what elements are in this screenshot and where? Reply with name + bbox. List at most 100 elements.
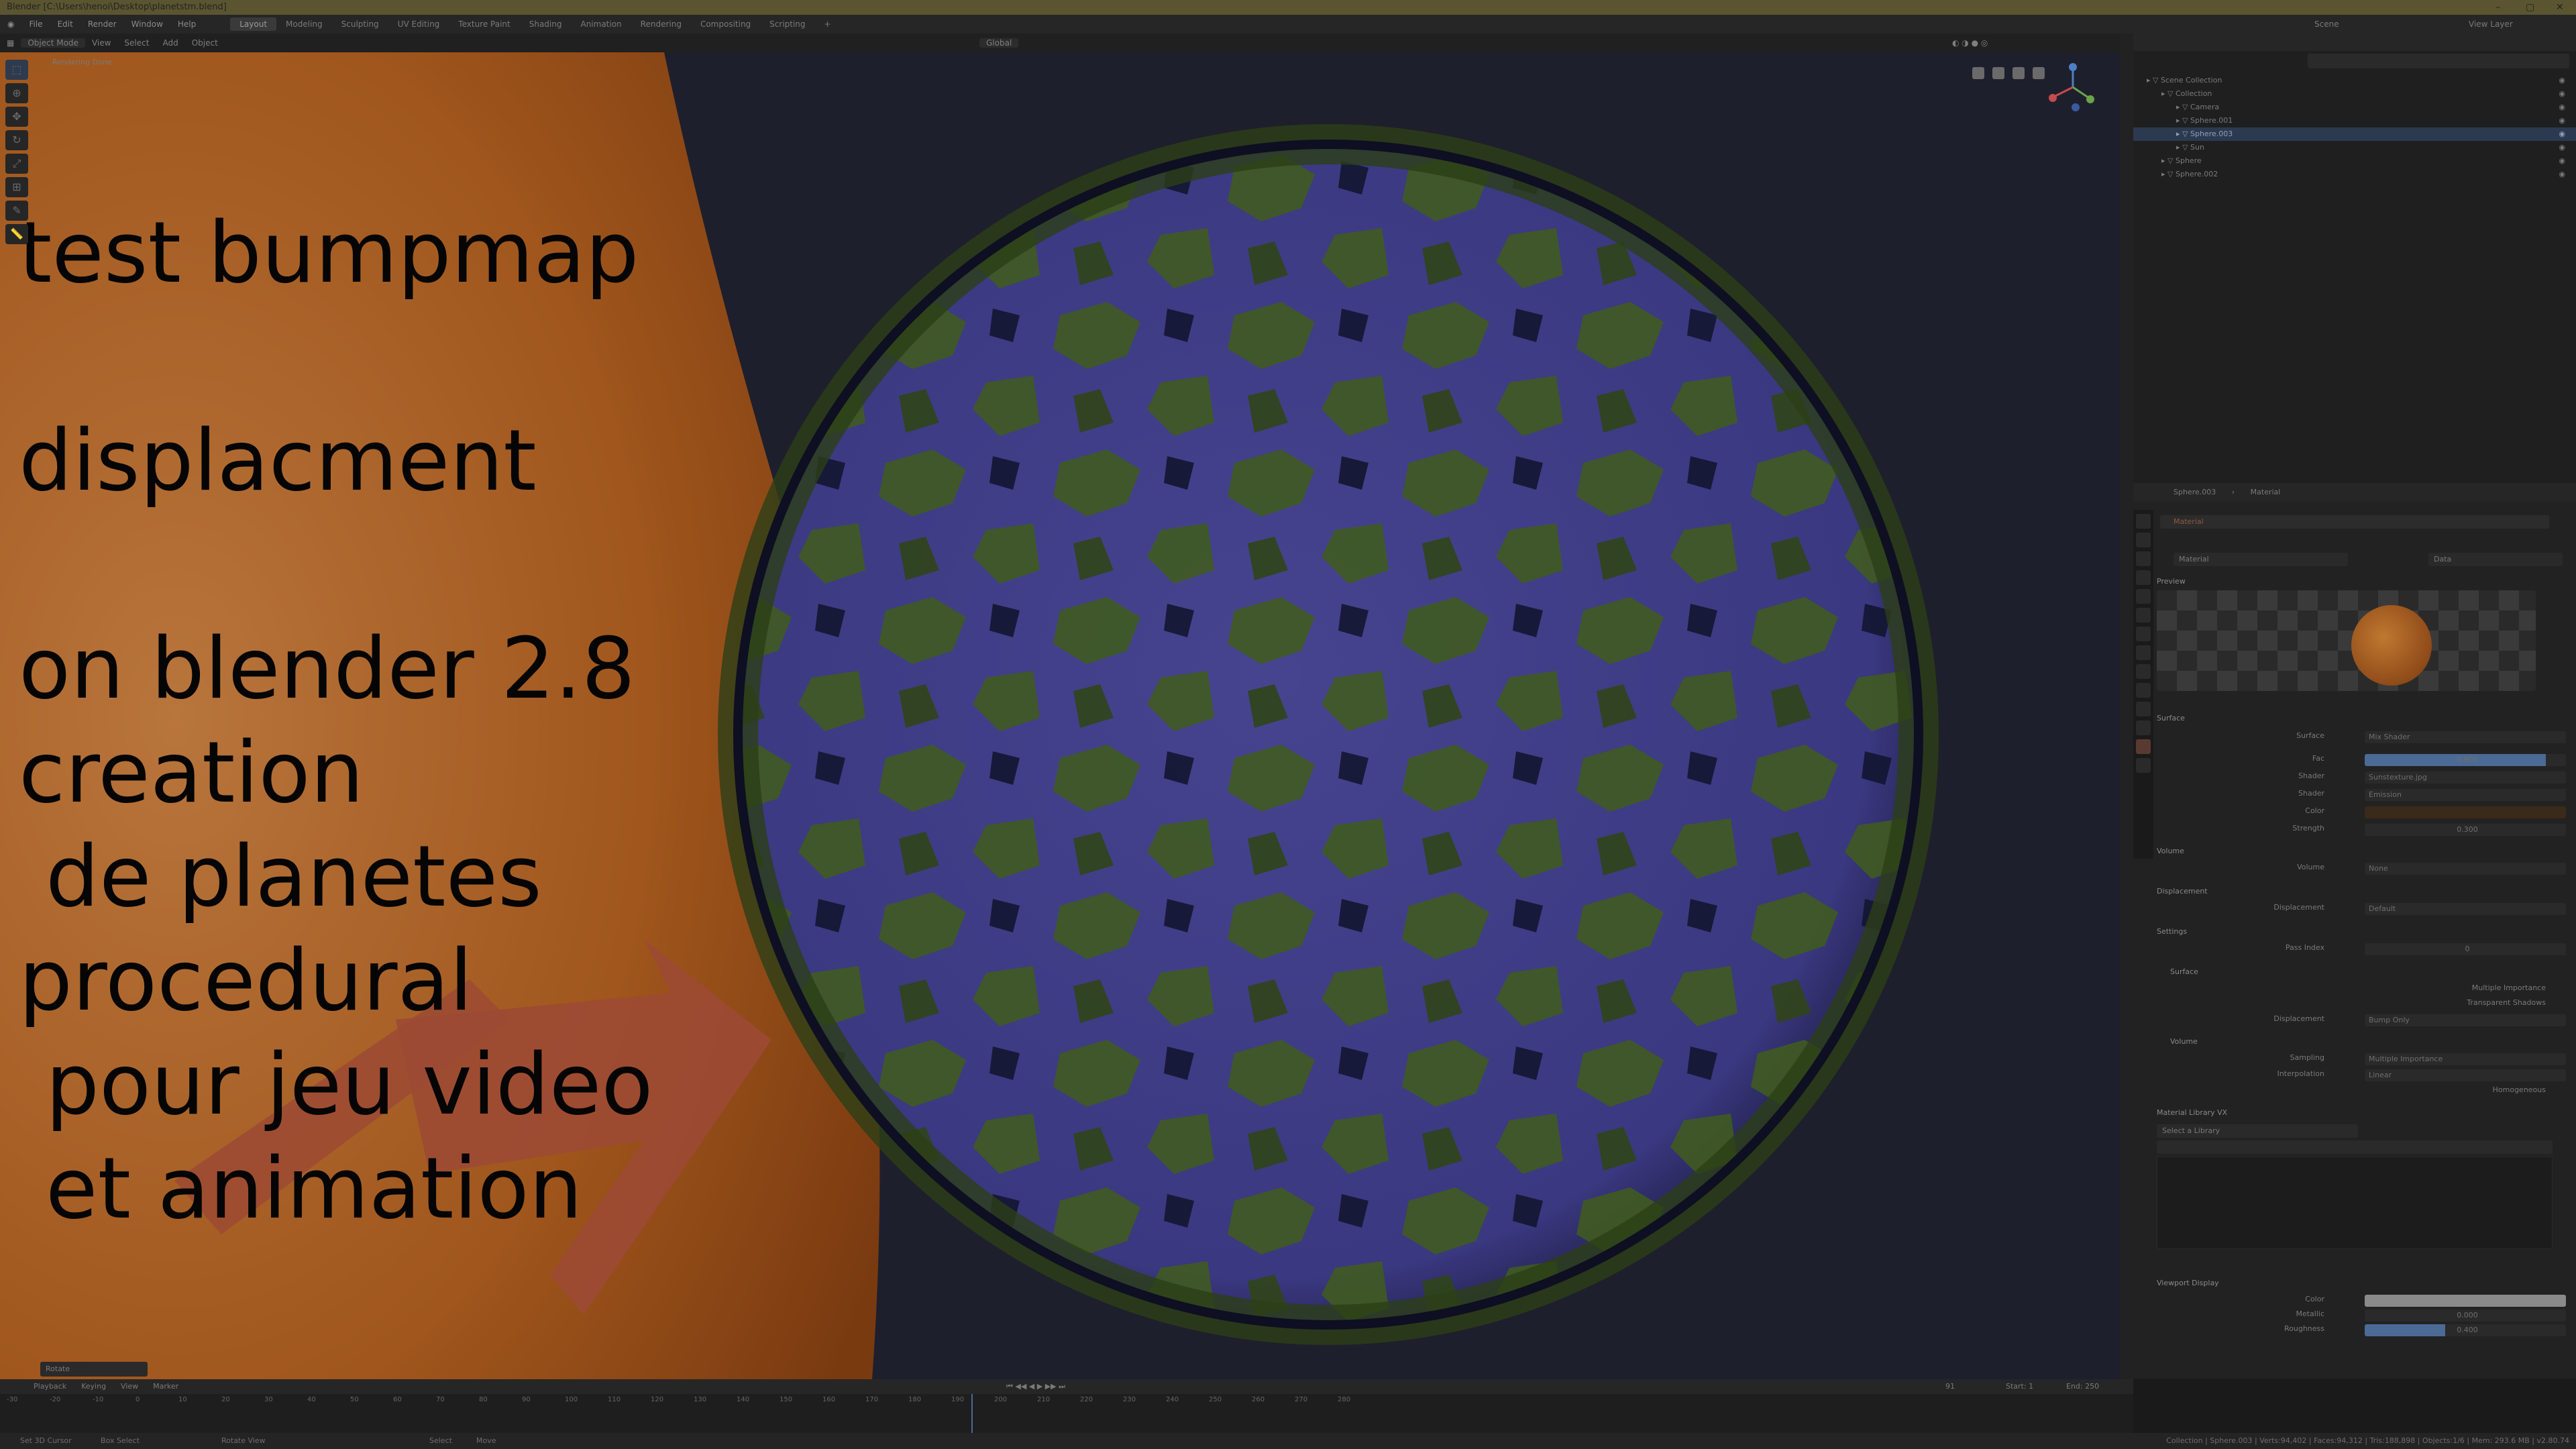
- measure-tool-icon[interactable]: 📏: [5, 224, 28, 244]
- sampling-dropdown[interactable]: Multiple Importance: [2365, 1053, 2566, 1065]
- output-tab-icon[interactable]: [2136, 551, 2151, 566]
- visibility-eye-icon[interactable]: ◉: [2559, 154, 2565, 168]
- visibility-eye-icon[interactable]: ◉: [2559, 87, 2565, 101]
- particles-tab-icon[interactable]: [2136, 664, 2151, 679]
- outliner-item[interactable]: ▸ ▽ Sphere.003 ◉: [2133, 127, 2576, 141]
- tab-modeling[interactable]: Modeling: [276, 17, 332, 31]
- menu-help[interactable]: Help: [170, 19, 203, 29]
- start-frame-field[interactable]: Start: 1: [2006, 1379, 2033, 1394]
- menu-object[interactable]: Object: [185, 38, 225, 48]
- world-tab-icon[interactable]: [2136, 608, 2151, 623]
- interpolation-dropdown[interactable]: Linear: [2365, 1069, 2566, 1081]
- tab-rendering[interactable]: Rendering: [631, 17, 691, 31]
- visibility-eye-icon[interactable]: ◉: [2559, 141, 2565, 154]
- outliner-item[interactable]: ▸ ▽ Sphere ◉: [2133, 154, 2576, 168]
- outliner-item[interactable]: ▸ ▽ Sphere.002 ◉: [2133, 168, 2576, 181]
- rotate-tool-icon[interactable]: ↻: [5, 130, 28, 150]
- menu-file[interactable]: File: [21, 19, 50, 29]
- tab-shading[interactable]: Shading: [520, 17, 572, 31]
- outliner-item[interactable]: ▸ ▽ Collection ◉: [2133, 87, 2576, 101]
- transform-tool-icon[interactable]: ⊞: [5, 177, 28, 197]
- data-tab-icon[interactable]: [2136, 720, 2151, 735]
- subsection-surface[interactable]: Surface: [2170, 967, 2198, 976]
- add-workspace-button[interactable]: +: [815, 17, 841, 31]
- navigation-gizmo[interactable]: [2049, 63, 2094, 111]
- outliner-item[interactable]: ▸ ▽ Sphere.001 ◉: [2133, 114, 2576, 127]
- tab-animation[interactable]: Animation: [571, 17, 631, 31]
- material-name-field[interactable]: Material: [2174, 553, 2348, 566]
- render-tab-icon[interactable]: [2136, 533, 2151, 547]
- end-frame-field[interactable]: End: 250: [2066, 1379, 2099, 1394]
- subsection-volume[interactable]: Volume: [2170, 1037, 2198, 1046]
- section-volume[interactable]: Volume: [2157, 847, 2184, 855]
- breadcrumb-object[interactable]: Sphere.003: [2174, 488, 2216, 496]
- editor-type-icon[interactable]: ▦: [0, 38, 21, 48]
- constraints-tab-icon[interactable]: [2136, 702, 2151, 716]
- timeline-marker-menu[interactable]: Marker: [153, 1379, 178, 1394]
- tab-uv-editing[interactable]: UV Editing: [388, 17, 449, 31]
- strength-field[interactable]: 0.300: [2365, 824, 2566, 836]
- viewport-nav-icons[interactable]: [1972, 67, 2045, 79]
- annotate-tool-icon[interactable]: ✎: [5, 201, 28, 221]
- move-tool-icon[interactable]: ✥: [5, 107, 28, 127]
- tab-texture-paint[interactable]: Texture Paint: [449, 17, 519, 31]
- close-icon[interactable]: ✕: [2556, 0, 2564, 15]
- library-search-input[interactable]: [2157, 1140, 2553, 1154]
- section-surface[interactable]: Surface: [2157, 714, 2185, 722]
- menu-view[interactable]: View: [85, 38, 117, 48]
- library-select-dropdown[interactable]: Select a Library: [2157, 1124, 2358, 1138]
- breadcrumb-material[interactable]: Material: [2251, 488, 2281, 496]
- playback-controls[interactable]: ⏮ ◀◀ ◀ ▶ ▶▶ ⏭: [1006, 1379, 1065, 1394]
- section-settings[interactable]: Settings: [2157, 927, 2187, 936]
- view-layer-selector[interactable]: View Layer: [2469, 19, 2513, 29]
- scene-selector[interactable]: Scene: [2314, 19, 2339, 29]
- transparent-shadows-checkbox[interactable]: Transparent Shadows: [2385, 998, 2546, 1007]
- tab-scripting[interactable]: Scripting: [760, 17, 814, 31]
- visibility-eye-icon[interactable]: ◉: [2559, 101, 2565, 114]
- fac-slider[interactable]: 0.900: [2365, 754, 2566, 766]
- tab-compositing[interactable]: Compositing: [691, 17, 760, 31]
- current-frame-field[interactable]: 91: [1945, 1379, 1955, 1394]
- tab-layout[interactable]: Layout: [230, 17, 277, 31]
- multiple-importance-checkbox[interactable]: Multiple Importance: [2385, 983, 2546, 992]
- visibility-eye-icon[interactable]: ◉: [2559, 114, 2565, 127]
- maximize-icon[interactable]: ▢: [2526, 0, 2534, 15]
- section-preview[interactable]: Preview: [2157, 577, 2186, 586]
- roughness-slider[interactable]: 0.400: [2365, 1324, 2566, 1336]
- object-tab-icon[interactable]: [2136, 627, 2151, 641]
- viewport-color-swatch[interactable]: [2365, 1295, 2566, 1307]
- section-material-library[interactable]: Material Library VX: [2157, 1108, 2227, 1117]
- transform-orientation-dropdown[interactable]: Global: [979, 38, 1019, 48]
- timeline-playback-menu[interactable]: Playback: [34, 1379, 66, 1394]
- menu-edit[interactable]: Edit: [50, 19, 80, 29]
- material-link-dropdown[interactable]: Data: [2428, 553, 2563, 566]
- last-operator-panel[interactable]: Rotate: [40, 1362, 148, 1377]
- scene-tab-icon[interactable]: [2136, 589, 2151, 604]
- menu-add[interactable]: Add: [156, 38, 184, 48]
- physics-tab-icon[interactable]: [2136, 683, 2151, 698]
- scale-tool-icon[interactable]: ⤢: [5, 154, 28, 174]
- disp-method-dropdown[interactable]: Bump Only: [2365, 1014, 2566, 1026]
- shader2-field[interactable]: Emission: [2365, 789, 2566, 801]
- emission-color-swatch[interactable]: [2365, 806, 2566, 818]
- outliner-item[interactable]: ▸ ▽ Scene Collection ◉: [2133, 74, 2576, 87]
- section-displacement[interactable]: Displacement: [2157, 887, 2208, 896]
- outliner-item[interactable]: ▸ ▽ Sun ◉: [2133, 141, 2576, 154]
- visibility-eye-icon[interactable]: ◉: [2559, 168, 2565, 181]
- library-list[interactable]: [2157, 1157, 2553, 1249]
- menu-render[interactable]: Render: [80, 19, 124, 29]
- visibility-eye-icon[interactable]: ◉: [2559, 127, 2565, 141]
- select-tool-icon[interactable]: ⬚: [5, 60, 28, 80]
- sidebar-tabs-strip[interactable]: [2120, 34, 2133, 1379]
- section-viewport-display[interactable]: Viewport Display: [2157, 1279, 2219, 1287]
- modifier-tab-icon[interactable]: [2136, 645, 2151, 660]
- blender-logo-icon[interactable]: ◉: [0, 19, 21, 29]
- menu-select[interactable]: Select: [117, 38, 156, 48]
- shading-mode-buttons[interactable]: ◐ ◑ ● ◎: [1945, 38, 1994, 48]
- minimize-icon[interactable]: –: [2496, 0, 2500, 15]
- shader1-field[interactable]: Sunstexture.jpg: [2365, 771, 2566, 784]
- volume-dropdown[interactable]: None: [2365, 863, 2566, 875]
- surface-shader-dropdown[interactable]: Mix Shader: [2365, 731, 2566, 743]
- view-layer-tab-icon[interactable]: [2136, 570, 2151, 585]
- displacement-dropdown[interactable]: Default: [2365, 903, 2566, 915]
